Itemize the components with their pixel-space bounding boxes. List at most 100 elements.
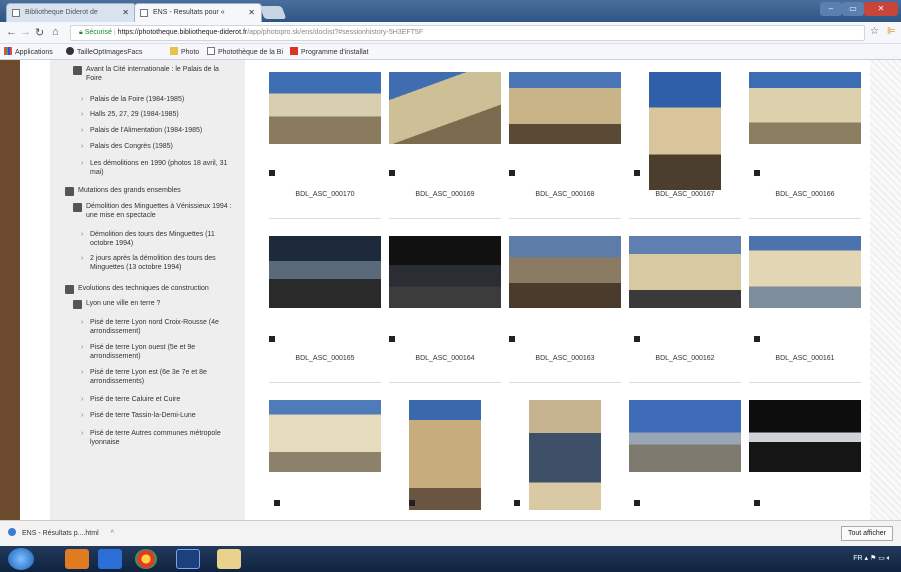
- photo-id: BDL_ASC_000161: [775, 355, 835, 362]
- extension-icon[interactable]: ⊫: [887, 26, 896, 37]
- maximize-button[interactable]: ▭: [842, 2, 864, 16]
- select-checkbox[interactable]: [389, 170, 395, 176]
- photo-thumbnail[interactable]: [509, 72, 621, 144]
- tree-item[interactable]: › Pisé de terre Caluire et Cuire: [81, 396, 236, 405]
- volume-icon[interactable]: 🔈︎: [887, 555, 891, 562]
- collapse-icon[interactable]: [73, 300, 82, 309]
- photoshop-icon[interactable]: [176, 549, 200, 569]
- select-checkbox[interactable]: [754, 170, 760, 176]
- select-checkbox[interactable]: [409, 500, 415, 506]
- new-tab-button[interactable]: [259, 6, 287, 19]
- photo-thumbnail[interactable]: [269, 236, 381, 308]
- bullet-icon: ›: [81, 111, 84, 118]
- address-bar[interactable]: 🔒︎ Sécurisé | https://phototheque.biblio…: [70, 25, 865, 41]
- photo-thumbnail[interactable]: [749, 72, 861, 144]
- download-item[interactable]: ENS - Résultats p....html ^: [8, 527, 114, 541]
- chrome-file-icon: [8, 528, 16, 536]
- media-player-icon[interactable]: [65, 549, 89, 569]
- bookmark-photo[interactable]: Photo: [170, 47, 199, 56]
- divider: [629, 382, 741, 383]
- divider: [509, 382, 621, 383]
- tree-item[interactable]: › Palais des Congrès (1985): [81, 143, 236, 152]
- file-explorer-icon[interactable]: [217, 549, 241, 569]
- tab-bibliotheque[interactable]: Bibliotheque Diderot de ✕: [6, 3, 136, 22]
- tree-item[interactable]: Evolutions des techniques de constructio…: [65, 285, 240, 294]
- tree-item[interactable]: › Pisé de terre Lyon est (6e 3e 7e et 8e …: [81, 369, 236, 386]
- select-checkbox[interactable]: [514, 500, 520, 506]
- tab-ens-results[interactable]: ENS - Resultats pour « ✕: [134, 3, 262, 22]
- collapse-icon[interactable]: [65, 285, 74, 294]
- minimize-button[interactable]: –: [820, 2, 842, 16]
- star-icon[interactable]: ☆: [870, 26, 879, 37]
- language-icon[interactable]: FR: [853, 555, 862, 562]
- photo-thumbnail[interactable]: [269, 400, 381, 472]
- divider: [629, 218, 741, 219]
- bullet-icon: ›: [81, 96, 84, 103]
- tree-item[interactable]: Mutations des grands ensembles: [65, 187, 238, 196]
- tree-item[interactable]: › Démolition des tours des Minguettes (11…: [81, 231, 236, 248]
- bookmark-applications[interactable]: Applications: [4, 47, 53, 56]
- folder-icon: [170, 47, 178, 55]
- photo-thumbnail[interactable]: [269, 72, 381, 144]
- select-checkbox[interactable]: [269, 170, 275, 176]
- tree-item[interactable]: › Pisé de terre Autres communes métropole…: [81, 430, 236, 447]
- tree-item[interactable]: › Les démolitions en 1990 (photos 18 avri…: [81, 160, 230, 177]
- chrome-icon[interactable]: [135, 549, 157, 569]
- show-all-button[interactable]: Tout afficher: [840, 526, 893, 541]
- close-icon[interactable]: ✕: [248, 8, 255, 17]
- bookmark-programme[interactable]: Programme d'installat: [290, 47, 368, 56]
- photo-thumbnail[interactable]: [389, 72, 501, 144]
- divider: [389, 382, 501, 383]
- photo-thumbnail[interactable]: [629, 400, 741, 472]
- flag-icon[interactable]: ⚑: [870, 555, 876, 562]
- photo-thumbnail[interactable]: [389, 236, 501, 308]
- bookmark-tailleopt[interactable]: TailleOptImagesFacs: [66, 47, 142, 56]
- tree-item[interactable]: › Pisé de terre Tassin-la-Demi-Lune: [81, 412, 236, 421]
- photo-id: BDL_ASC_000165: [295, 355, 355, 362]
- tree-item[interactable]: Démolition des Minguettes à Vénissieux 1…: [73, 203, 238, 220]
- reload-icon[interactable]: ↻: [35, 26, 44, 39]
- bullet-icon: ›: [81, 369, 84, 376]
- photo-thumbnail[interactable]: [749, 400, 861, 472]
- collapse-icon[interactable]: [73, 203, 82, 212]
- photo-thumbnail[interactable]: [529, 400, 601, 510]
- collapse-icon[interactable]: [65, 187, 74, 196]
- home-icon[interactable]: ⌂: [52, 26, 59, 38]
- select-checkbox[interactable]: [274, 500, 280, 506]
- forward-icon[interactable]: →: [20, 26, 31, 38]
- tree-item[interactable]: › Halls 25, 27, 29 (1984-1985): [81, 111, 236, 120]
- select-checkbox[interactable]: [634, 500, 640, 506]
- select-checkbox[interactable]: [509, 170, 515, 176]
- chevron-up-icon[interactable]: ^: [111, 530, 114, 537]
- photo-thumbnail[interactable]: [749, 236, 861, 308]
- select-checkbox[interactable]: [634, 336, 640, 342]
- select-checkbox[interactable]: [634, 170, 640, 176]
- select-checkbox[interactable]: [389, 336, 395, 342]
- background-strip: [0, 60, 20, 520]
- photo-thumbnail[interactable]: [649, 72, 721, 190]
- start-button-icon[interactable]: [8, 548, 34, 570]
- network-icon[interactable]: ▭: [878, 555, 885, 562]
- bullet-icon: ›: [81, 430, 84, 437]
- select-checkbox[interactable]: [509, 336, 515, 342]
- tree-item[interactable]: › Palais de l'Alimentation (1984-1985): [81, 127, 236, 136]
- photo-thumbnail[interactable]: [409, 400, 481, 510]
- tree-item[interactable]: Avant la Cité internationale : le Palais…: [73, 66, 236, 83]
- page-icon: [12, 9, 20, 17]
- tree-item[interactable]: › Palais de la Foire (1984-1985): [81, 96, 236, 105]
- internet-explorer-icon[interactable]: [98, 549, 122, 569]
- bookmark-phototheque[interactable]: Photothèque de la Bi: [207, 47, 283, 56]
- photo-thumbnail[interactable]: [509, 236, 621, 308]
- back-icon[interactable]: ←: [6, 26, 17, 38]
- tree-item[interactable]: › Pisé de terre Lyon ouest (5e et 9e arro…: [81, 344, 236, 361]
- select-checkbox[interactable]: [754, 500, 760, 506]
- photo-thumbnail[interactable]: [629, 236, 741, 308]
- tree-item[interactable]: › 2 jours après la démolition des tours d…: [81, 255, 236, 272]
- select-checkbox[interactable]: [754, 336, 760, 342]
- tree-item[interactable]: › Pisé de terre Lyon nord Croix-Rousse (4…: [81, 319, 236, 336]
- tree-item[interactable]: Lyon une ville en terre ?: [73, 300, 238, 309]
- close-icon[interactable]: ✕: [122, 8, 129, 17]
- collapse-icon[interactable]: [73, 66, 82, 75]
- close-window-button[interactable]: ✕: [864, 2, 898, 16]
- select-checkbox[interactable]: [269, 336, 275, 342]
